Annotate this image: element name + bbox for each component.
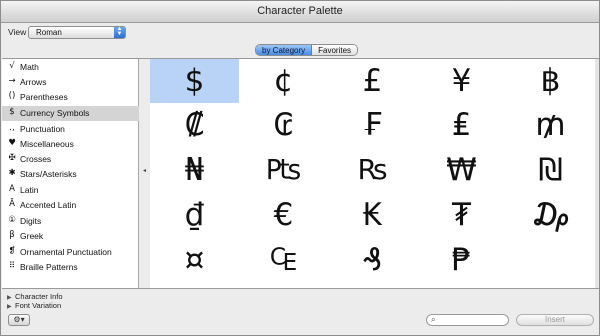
character-cell[interactable]: ₡ xyxy=(150,103,239,147)
beta-icon: β xyxy=(9,230,15,240)
window-title: Character Palette xyxy=(257,5,343,17)
view-row: View : Roman ▲ ▼ xyxy=(1,23,599,43)
category-item-arrows[interactable]: → Arrows xyxy=(2,75,139,90)
category-item-math[interactable]: √ Math xyxy=(2,60,139,75)
split-view-divider[interactable]: ◂ xyxy=(140,59,150,288)
category-label: Crosses xyxy=(20,154,52,164)
view-select[interactable]: Roman ▲ ▼ xyxy=(28,26,126,39)
category-item-punctuation[interactable]: ., Punctuation xyxy=(2,122,139,137)
category-label: Arrows xyxy=(20,77,47,87)
category-tabs: by Category Favorites xyxy=(255,44,359,56)
latin-a-icon: A xyxy=(9,184,15,194)
punctuation-icon: ., xyxy=(9,123,15,133)
category-label: Greek xyxy=(20,231,44,241)
character-cell[interactable]: € xyxy=(239,193,328,237)
gear-icon[interactable]: ⚙▾ xyxy=(8,314,30,326)
expander-label: Character Info xyxy=(15,292,63,301)
parentheses-icon: () xyxy=(8,91,16,101)
bottom-bar: ⚙▾ ⌕ Insert xyxy=(1,311,599,335)
braille-icon: ⠿ xyxy=(8,261,16,271)
character-cell[interactable]: ¥ xyxy=(417,59,506,103)
character-cell[interactable]: ₥ xyxy=(506,103,595,147)
arrow-icon: → xyxy=(8,76,16,86)
character-cell[interactable]: ₫ xyxy=(150,193,239,237)
character-cell[interactable]: ₯ xyxy=(506,193,595,237)
character-cell[interactable]: ₠ xyxy=(239,238,328,282)
character-cell[interactable]: ₨ xyxy=(328,148,417,192)
category-item-greek[interactable]: β Greek xyxy=(2,229,139,244)
circled-digit-icon: ① xyxy=(8,215,16,225)
category-label: Math xyxy=(20,62,39,72)
math-icon: √ xyxy=(9,61,15,71)
category-item-braille-patterns[interactable]: ⠿ Braille Patterns xyxy=(2,260,139,275)
character-grid: $ ¢ £ ¥ ฿ ₡ ₢ ₣ ₤ ₥ ₦ ₧ ₨ ₩ ₪ ₫ € ₭ ₮ ₯ … xyxy=(150,59,595,288)
character-cell[interactable]: ฿ xyxy=(506,59,595,103)
category-item-digits[interactable]: ① Digits xyxy=(2,214,139,229)
category-item-parentheses[interactable]: () Parentheses xyxy=(2,90,139,105)
category-item-currency-symbols[interactable]: $ Currency Symbols xyxy=(2,106,139,121)
character-cell[interactable]: £ xyxy=(328,59,417,103)
category-item-crosses[interactable]: ✠ Crosses xyxy=(2,152,139,167)
category-list: √ Math → Arrows () Parentheses $ Currency Sy… xyxy=(2,59,139,288)
character-cell[interactable]: $ xyxy=(150,59,239,103)
character-cell[interactable]: ₮ xyxy=(417,193,506,237)
vertical-scrollbar[interactable] xyxy=(595,59,599,288)
tab-by-category[interactable]: by Category xyxy=(256,45,313,55)
insert-button[interactable]: Insert xyxy=(516,314,594,326)
category-label: Latin xyxy=(20,185,39,195)
category-label: Currency Symbols xyxy=(20,108,90,118)
category-item-stars-asterisks[interactable]: ✱ Stars/Asterisks xyxy=(2,167,139,182)
character-cell[interactable]: ₰ xyxy=(328,238,417,282)
expander-label: Font Variation xyxy=(15,301,62,310)
asterisk-icon: ✱ xyxy=(8,168,16,178)
main-panel: √ Math → Arrows () Parentheses $ Currency Sy… xyxy=(2,58,599,289)
view-select-value: Roman xyxy=(36,28,62,37)
search-field[interactable]: ⌕ xyxy=(426,314,509,326)
disclosure-triangle-icon: ▶ xyxy=(7,304,12,310)
category-label: Miscellaneous xyxy=(20,139,74,149)
character-info-disclosure[interactable]: ▶ Character Info xyxy=(7,292,63,301)
character-cell[interactable]: ₪ xyxy=(506,148,595,192)
category-item-latin[interactable]: A Latin xyxy=(2,183,139,198)
character-cell[interactable]: ₣ xyxy=(328,103,417,147)
font-variation-disclosure[interactable]: ▶ Font Variation xyxy=(7,301,61,310)
character-cell[interactable]: ₱ xyxy=(417,238,506,282)
character-cell[interactable]: ₦ xyxy=(150,148,239,192)
tab-favorites[interactable]: Favorites xyxy=(312,45,358,55)
category-label: Parentheses xyxy=(20,92,68,102)
category-label: Braille Patterns xyxy=(20,262,78,272)
category-item-ornamental-punctuation[interactable]: ❡ Ornamental Punctuation xyxy=(2,245,139,260)
category-label: Ornamental Punctuation xyxy=(20,247,112,257)
divider-handle-icon: ◂ xyxy=(143,168,147,174)
dollar-icon: $ xyxy=(9,107,15,117)
chevron-updown-icon: ▲ ▼ xyxy=(114,26,125,38)
character-cell[interactable] xyxy=(506,238,595,282)
ornament-icon: ❡ xyxy=(8,246,16,256)
character-cell[interactable]: ₧ xyxy=(239,148,328,192)
heart-icon: ♥ xyxy=(8,138,16,148)
category-label: Punctuation xyxy=(20,124,65,134)
disclosure-triangle-icon: ▶ xyxy=(7,295,12,301)
character-cell[interactable]: ₩ xyxy=(417,148,506,192)
category-item-accented-latin[interactable]: Ā Accented Latin xyxy=(2,198,139,213)
character-cell[interactable]: ₭ xyxy=(328,193,417,237)
search-icon: ⌕ xyxy=(431,315,436,324)
cross-icon: ✠ xyxy=(8,153,16,163)
character-cell[interactable]: ₢ xyxy=(239,103,328,147)
category-item-miscellaneous[interactable]: ♥ Miscellaneous xyxy=(2,137,139,152)
category-label: Digits xyxy=(20,216,42,226)
title-bar[interactable]: Character Palette xyxy=(1,1,599,23)
category-label: Accented Latin xyxy=(20,200,77,210)
category-label: Stars/Asterisks xyxy=(20,169,77,179)
character-cell[interactable]: ₤ xyxy=(417,103,506,147)
character-palette-window: Character Palette View : Roman ▲ ▼ by Cat… xyxy=(0,0,600,336)
accented-a-icon: Ā xyxy=(9,199,15,209)
character-cell[interactable]: ¤ xyxy=(150,238,239,282)
character-cell[interactable]: ¢ xyxy=(239,59,328,103)
